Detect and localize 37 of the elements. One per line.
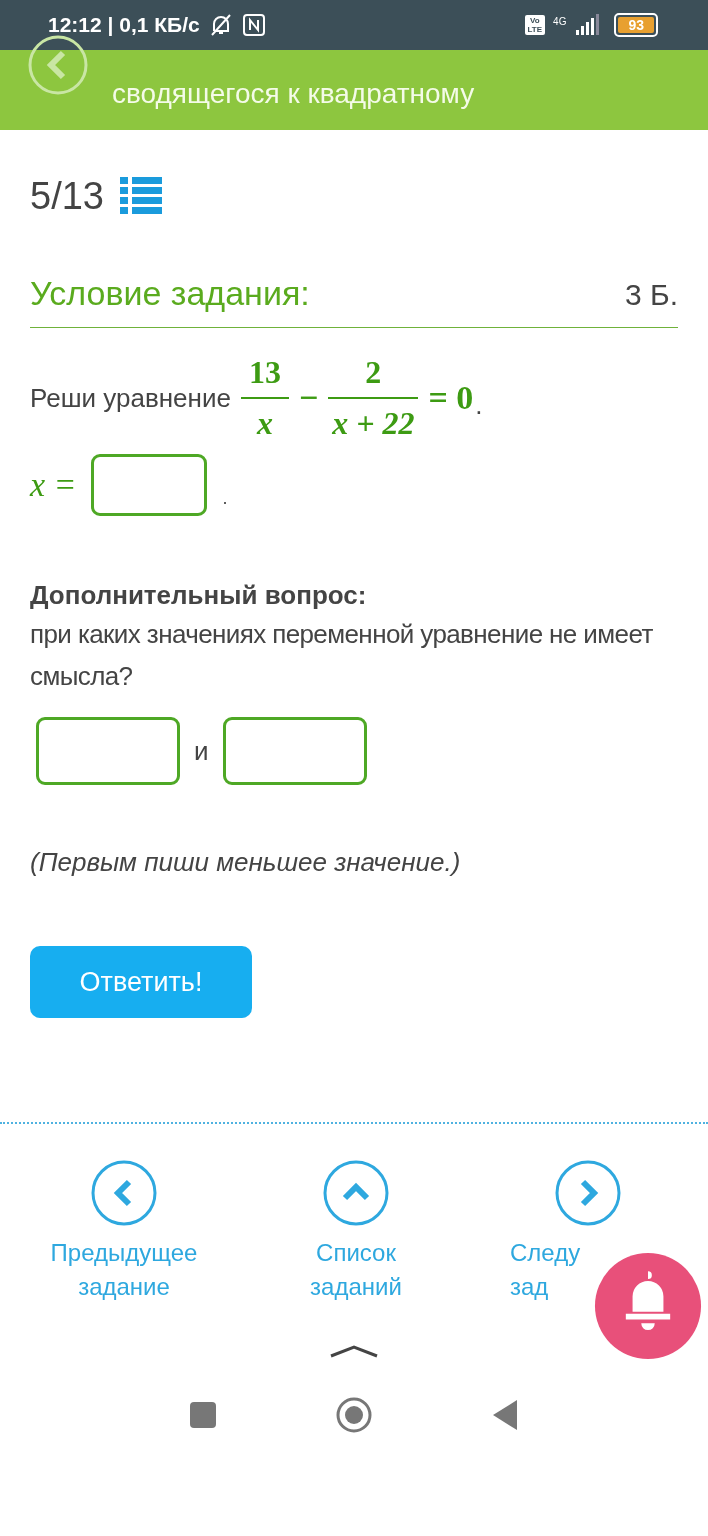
back-nav-button[interactable] bbox=[491, 1399, 519, 1431]
extra-question-text: при каких значениях переменной уравнение не имеет смысла? bbox=[30, 618, 654, 693]
bell-button[interactable] bbox=[594, 1252, 702, 1360]
nav-link[interactable]: Список заданий bbox=[310, 1236, 402, 1304]
battery-indicator: 93 bbox=[614, 13, 658, 37]
answer-label: x = bbox=[30, 466, 77, 504]
chevron-up-icon[interactable] bbox=[329, 1344, 379, 1358]
answer-field[interactable] bbox=[90, 454, 207, 516]
answer-field[interactable] bbox=[36, 717, 180, 785]
list-icon[interactable] bbox=[119, 177, 162, 215]
points-label: 3 Б. bbox=[624, 278, 678, 312]
signal-icon bbox=[574, 14, 601, 36]
hint-note: (Первым пиши меньшее значение.) bbox=[30, 847, 462, 878]
chevron-button[interactable] bbox=[555, 1160, 621, 1226]
conjunction: и bbox=[194, 735, 209, 767]
extra-question-title: Дополнительный вопрос: bbox=[30, 580, 368, 611]
back-button[interactable] bbox=[26, 33, 90, 97]
volte-badge: Vo LTE bbox=[524, 15, 546, 35]
nav-link[interactable]: Предыдущее задание bbox=[50, 1236, 198, 1304]
nav-link[interactable]: Следу зад bbox=[510, 1236, 581, 1304]
task-counter: 5/13 bbox=[30, 174, 104, 218]
network-type: 4G bbox=[553, 16, 567, 27]
page-title: сводящегося к квадратному bbox=[112, 78, 475, 110]
period: . bbox=[475, 389, 483, 421]
nfc-icon bbox=[241, 13, 266, 37]
minus-sign: − bbox=[298, 379, 319, 417]
equation-rhs: = 0 bbox=[428, 379, 474, 417]
period: . bbox=[222, 487, 228, 509]
section-title: Условие задания: bbox=[30, 274, 310, 313]
chevron-button[interactable] bbox=[91, 1160, 157, 1226]
status-time: 12:12 | 0,1 КБ/с bbox=[48, 13, 200, 37]
submit-button[interactable]: Ответить! bbox=[30, 946, 252, 1018]
recents-button[interactable] bbox=[189, 1401, 217, 1429]
question-text: Реши уравнение bbox=[30, 382, 231, 414]
answer-field[interactable] bbox=[222, 717, 367, 785]
chevron-button[interactable] bbox=[323, 1160, 389, 1226]
home-button[interactable] bbox=[335, 1396, 373, 1434]
